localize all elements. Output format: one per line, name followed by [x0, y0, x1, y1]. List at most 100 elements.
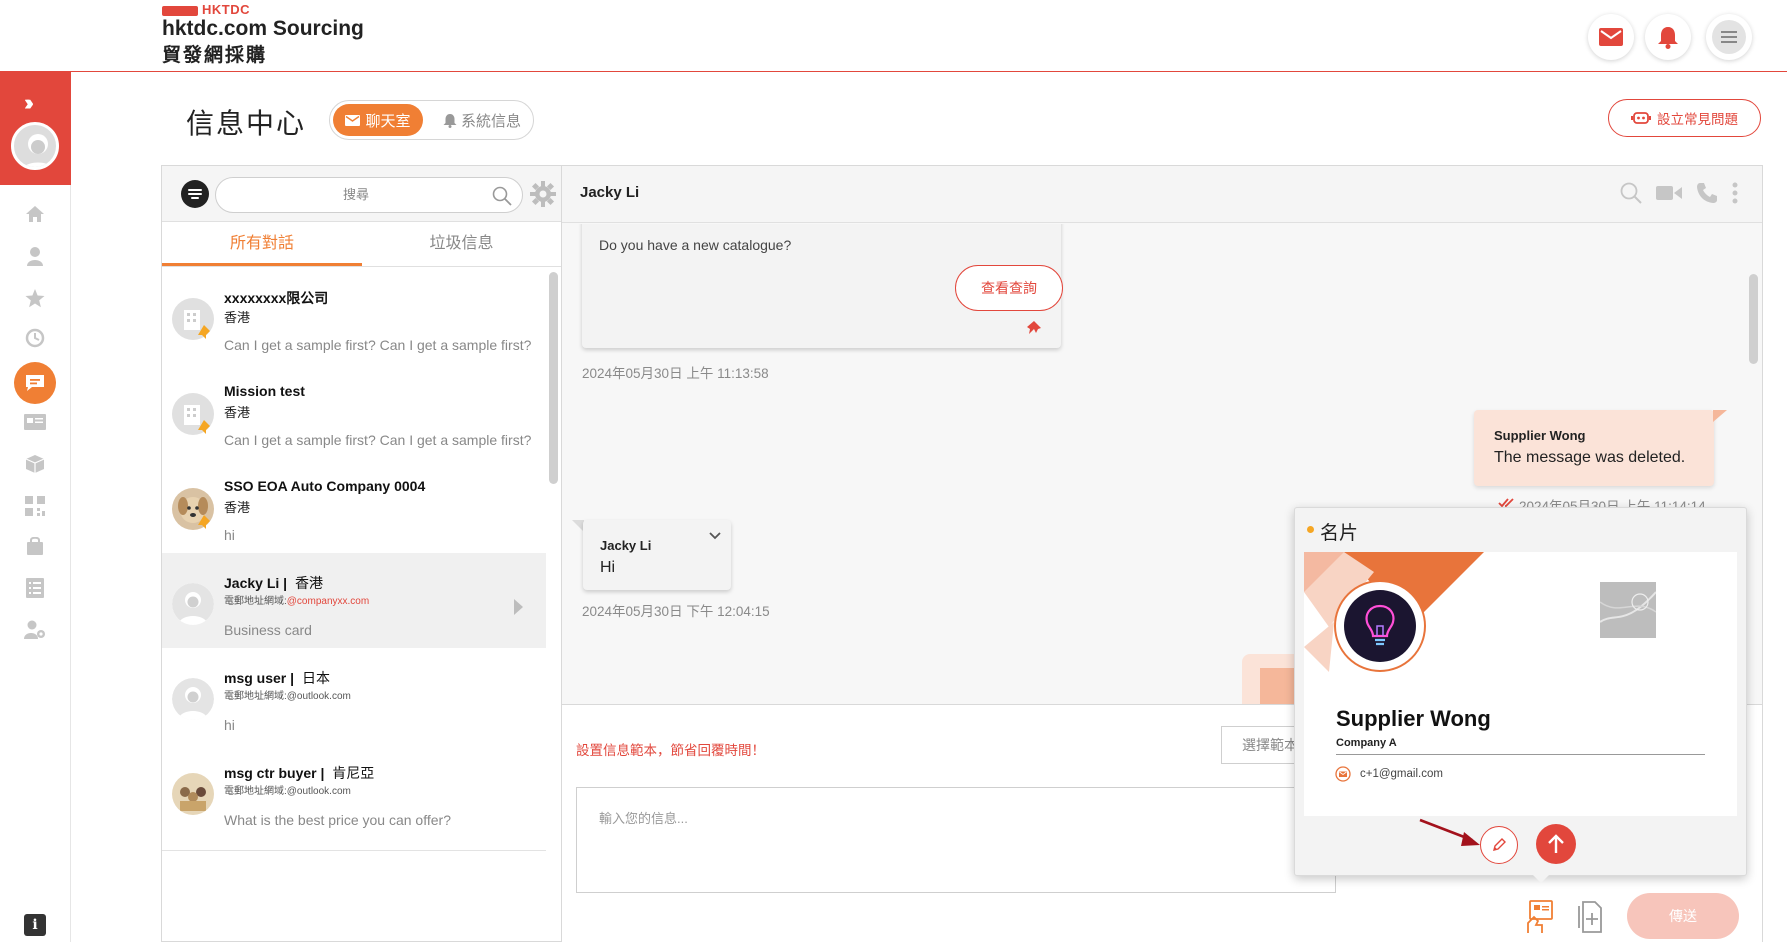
badge-icon [198, 515, 210, 529]
expand-icon[interactable]: ››› [24, 90, 34, 116]
shopping-bag-icon[interactable] [23, 534, 47, 558]
conversation-preview: What is the best price you can offer? [224, 812, 451, 828]
add-document-icon[interactable] [1576, 901, 1602, 933]
view-inquiry-button[interactable]: 查看查詢 [955, 265, 1063, 311]
message-timestamp: 2024年05月30日 上午 11:13:58 [582, 366, 769, 381]
conversation-location: 香港 [224, 500, 251, 515]
list-tabs: 所有對話 垃圾信息 [162, 222, 561, 267]
filter-icon[interactable] [181, 180, 209, 208]
message-input-placeholder: 輸入您的信息... [599, 811, 688, 826]
notification-button[interactable] [1645, 14, 1691, 60]
conversation-item[interactable]: msg user | 日本 電郵地址網域:@outlook.com hi [162, 648, 546, 756]
info-icon[interactable]: i [24, 914, 46, 936]
conversation-preview: Can I get a sample first? Can I get a sa… [224, 432, 532, 448]
product-box-icon[interactable] [23, 452, 47, 476]
chat-toolbar [1620, 182, 1738, 204]
message-sender: Jacky Li [600, 538, 652, 553]
arrow-up-icon [1548, 834, 1564, 853]
outgoing-message-bubble: Supplier Wong The message was deleted. [1474, 410, 1714, 486]
chevron-right-icon [514, 599, 523, 615]
email-icon [1335, 766, 1351, 782]
inquiry-message-bubble: Do you have a new catalogue? 查看查詢 [582, 224, 1063, 348]
tab-spam[interactable]: 垃圾信息 [362, 222, 561, 266]
pin-icon[interactable] [1027, 320, 1043, 336]
setup-faq-button[interactable]: 設立常見問題 [1608, 99, 1761, 137]
badge-icon [198, 420, 210, 434]
left-nav: ››› i [0, 72, 71, 942]
group-photo-avatar [172, 773, 214, 815]
chat-header: Jacky Li [562, 166, 1762, 223]
popup-tail [1531, 873, 1551, 883]
lightbulb-icon [1344, 590, 1416, 662]
tab-chatroom-label: 聊天室 [365, 112, 411, 130]
chat-scrollbar[interactable] [1749, 274, 1758, 364]
message-center-nav[interactable] [14, 362, 56, 404]
phone-icon[interactable] [1696, 182, 1718, 204]
search-icon[interactable] [492, 186, 512, 206]
user-settings-icon[interactable] [23, 618, 47, 642]
chevron-down-icon[interactable] [709, 532, 721, 540]
conversation-item[interactable]: SSO EOA Auto Company 0004 香港 hi [162, 458, 546, 566]
tab-chatroom[interactable]: 聊天室 [333, 104, 423, 136]
bell-icon [443, 113, 457, 128]
search-field[interactable]: 搜尋 [215, 177, 523, 213]
message-text: Do you have a new catalogue? [599, 237, 792, 253]
history-icon[interactable] [23, 326, 47, 350]
search-input[interactable]: 搜尋 [216, 178, 496, 212]
conversation-email-domain: 電郵地址網域:@companyxx.com [224, 596, 370, 607]
business-card-icon[interactable] [1526, 899, 1554, 935]
tab-all-conversations[interactable]: 所有對話 [162, 222, 362, 266]
conversation-location: 香港 [224, 405, 251, 420]
chat-icon [26, 375, 44, 391]
news-icon[interactable] [23, 410, 47, 434]
more-vertical-icon[interactable] [1732, 182, 1738, 204]
qr-code-icon[interactable] [23, 494, 47, 518]
message-sender: Supplier Wong [1494, 428, 1586, 443]
home-icon[interactable] [23, 202, 47, 226]
conversation-panel: 搜尋 所有對話 垃圾信息 xxxxxxxx限公司 香港 Can I get a … [161, 165, 562, 942]
badge-icon [198, 325, 210, 339]
menu-button[interactable] [1706, 14, 1752, 60]
card-divider [1336, 754, 1705, 755]
search-icon[interactable] [1620, 182, 1642, 204]
card-person-name: Supplier Wong [1336, 706, 1491, 731]
conversation-item[interactable]: xxxxxxxx限公司 香港 Can I get a sample first?… [162, 268, 546, 376]
person-avatar [172, 583, 214, 625]
chat-contact-name: Jacky Li [580, 184, 640, 201]
hktdc-logo[interactable]: HKTDC [162, 2, 250, 17]
conversation-preview: Can I get a sample first? Can I get a sa… [224, 337, 532, 353]
card-popup-title: 名片 [1320, 523, 1359, 544]
annotation-arrow [1419, 818, 1480, 846]
send-card-button[interactable] [1536, 824, 1576, 864]
page-title: 信息中心 [186, 108, 307, 139]
template-hint: 設置信息範本，節省回覆時間！ [576, 743, 765, 758]
pencil-icon [1493, 838, 1506, 851]
message-type-toggle: 聊天室 系統信息 [329, 100, 534, 140]
mail-icon [1599, 28, 1623, 46]
list-header: 搜尋 [162, 166, 561, 222]
star-icon[interactable] [23, 286, 47, 310]
conversation-location: 香港 [224, 310, 251, 325]
incoming-message-bubble: Jacky Li Hi [583, 520, 731, 590]
message-input[interactable]: 輸入您的信息... [576, 787, 1336, 893]
edit-card-button[interactable] [1480, 826, 1518, 864]
list-document-icon[interactable] [23, 576, 47, 600]
mail-button[interactable] [1588, 14, 1634, 60]
card-email: c+1@gmail.com [1360, 768, 1443, 780]
tab-system-label: 系統信息 [460, 112, 521, 130]
conversation-item-selected[interactable]: Jacky Li | 香港 電郵地址網域:@companyxx.com Busi… [162, 553, 546, 661]
profile-icon[interactable] [23, 244, 47, 268]
robot-icon [1631, 112, 1651, 124]
brand-name-zh: 貿發網採購 [162, 45, 268, 66]
conversation-item[interactable]: msg ctr buyer | 肯尼亞 電郵地址網域:@outlook.com … [162, 743, 546, 851]
gear-icon[interactable] [530, 181, 556, 207]
menu-icon [1712, 20, 1746, 54]
mail-icon [345, 114, 361, 126]
message-text: The message was deleted. [1494, 449, 1686, 466]
conversation-item[interactable]: Mission test 香港 Can I get a sample first… [162, 363, 546, 471]
user-avatar[interactable] [11, 122, 59, 170]
send-button[interactable]: 傳送 [1627, 893, 1739, 939]
tab-system-messages[interactable]: 系統信息 [434, 104, 530, 136]
video-call-icon[interactable] [1656, 185, 1682, 201]
list-scrollbar[interactable] [549, 272, 558, 484]
